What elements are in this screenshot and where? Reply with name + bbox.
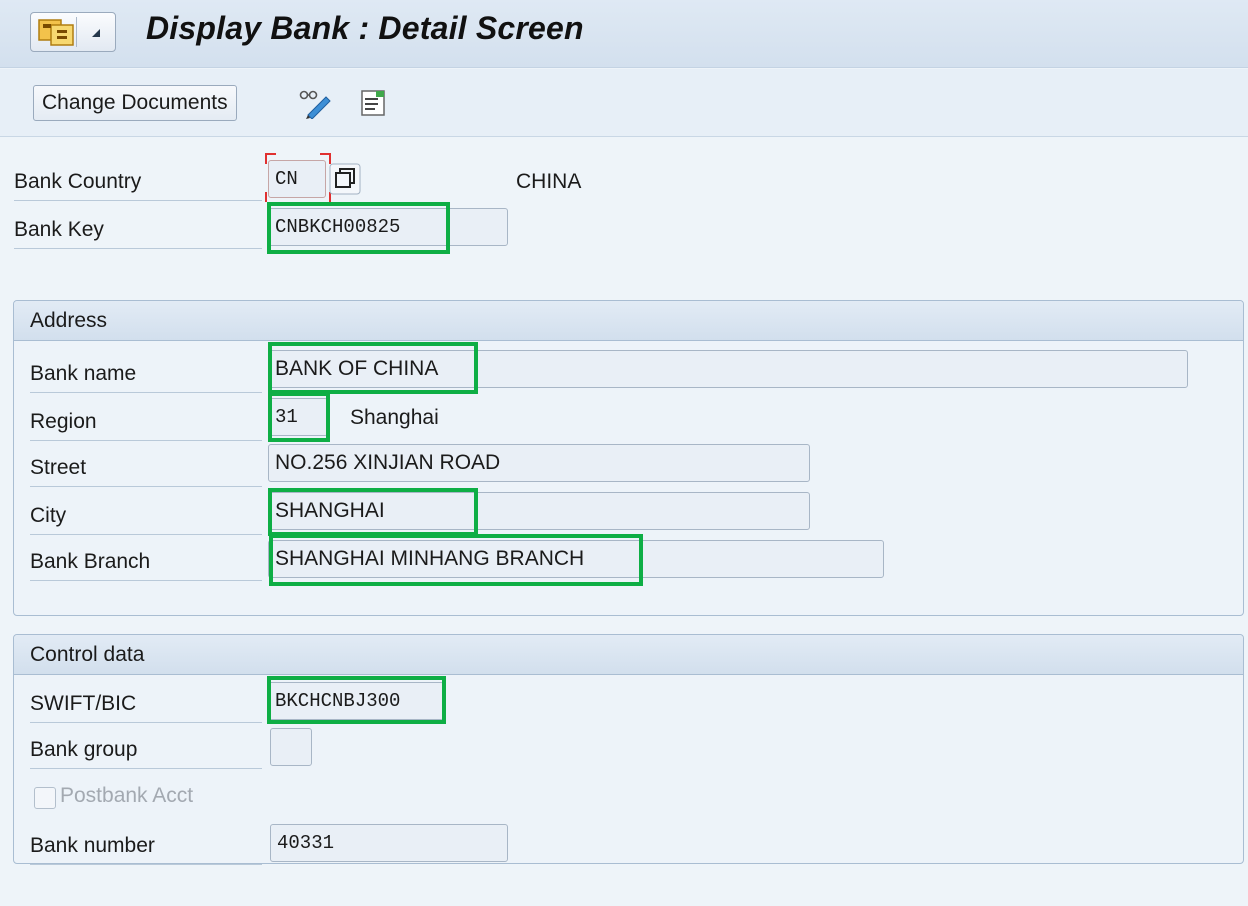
bank-key-label: Bank Key <box>14 218 262 249</box>
bank-key-field[interactable]: CNBKCH00825 <box>268 208 508 246</box>
bank-country-label: Bank Country <box>14 170 262 201</box>
details-list-icon[interactable] <box>356 87 392 119</box>
system-menu-button[interactable] <box>30 12 116 52</box>
bank-group-label: Bank group <box>30 738 262 769</box>
sap-menu-icon <box>35 17 77 47</box>
page-title: Display Bank : Detail Screen <box>146 10 584 46</box>
dropdown-arrow-icon <box>78 13 116 51</box>
change-documents-button[interactable]: Change Documents <box>33 85 237 121</box>
control-data-group-title: Control data <box>14 635 1243 675</box>
street-label: Street <box>30 456 262 487</box>
sap-display-bank-screen: Display Bank : Detail Screen Change Docu… <box>0 0 1248 906</box>
postbank-acct-label: Postbank Acct <box>60 784 194 807</box>
street-field[interactable]: NO.256 XINJIAN ROAD <box>268 444 810 482</box>
region-label: Region <box>30 410 262 441</box>
postbank-acct-checkbox[interactable] <box>34 787 56 809</box>
required-field-marker <box>265 153 331 202</box>
bank-number-field[interactable]: 40331 <box>270 824 508 862</box>
city-label: City <box>30 504 262 535</box>
bank-group-field[interactable] <box>270 728 312 766</box>
bank-name-label: Bank name <box>30 362 262 393</box>
bank-branch-label: Bank Branch <box>30 550 262 581</box>
title-bar: Display Bank : Detail Screen <box>0 0 1248 68</box>
application-toolbar: Change Documents <box>0 69 1248 137</box>
region-description: Shanghai <box>350 406 439 429</box>
bank-number-label: Bank number <box>30 834 262 865</box>
bank-country-description: CHINA <box>516 170 582 193</box>
bank-name-field[interactable]: BANK OF CHINA <box>268 350 1188 388</box>
swift-bic-field[interactable]: BKCHCNBJ300 <box>268 682 444 720</box>
swift-bic-label: SWIFT/BIC <box>30 692 262 723</box>
city-field[interactable]: SHANGHAI <box>268 492 810 530</box>
address-group-title: Address <box>14 301 1243 341</box>
bank-branch-field[interactable]: SHANGHAI MINHANG BRANCH <box>268 540 884 578</box>
copy-icon[interactable] <box>328 162 362 196</box>
region-field[interactable]: 31 <box>268 398 328 436</box>
glasses-pencil-icon[interactable] <box>298 87 334 120</box>
